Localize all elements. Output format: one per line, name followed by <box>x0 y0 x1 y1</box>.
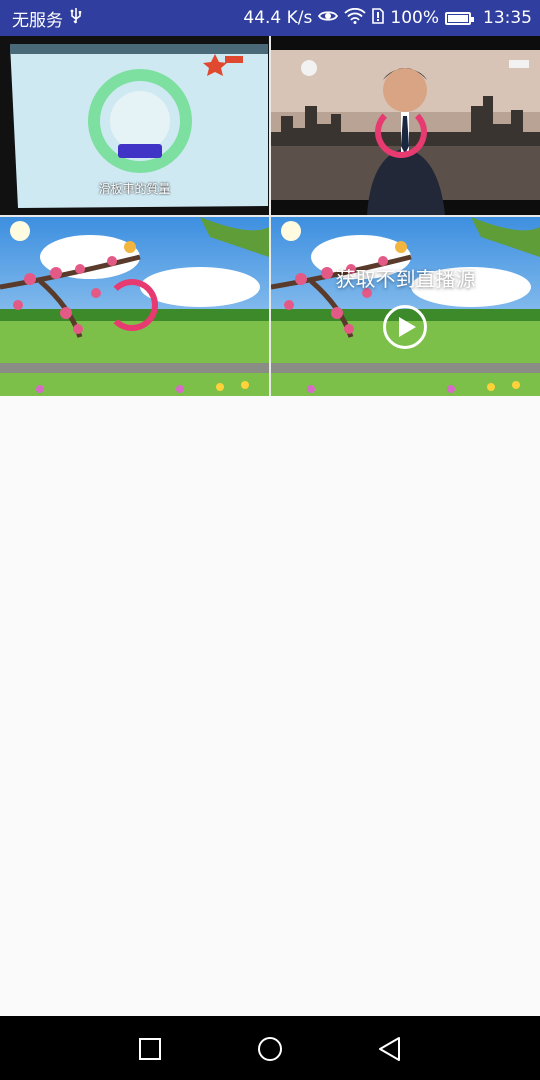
battery-percent: 100% <box>390 8 439 28</box>
video-tile-3[interactable] <box>0 217 269 396</box>
loading-spinner <box>375 106 427 158</box>
grid-divider-horizontal <box>0 215 540 217</box>
subtitle-caption: 滑板車的質量 <box>98 182 171 196</box>
circle-home-icon[interactable] <box>255 1034 285 1064</box>
video-tile-4[interactable]: 获取不到直播源 <box>271 217 540 396</box>
eye-icon <box>318 8 339 28</box>
status-bar: 无服务 44.4 K/s 100% 13:35 <box>0 0 540 36</box>
play-icon[interactable] <box>383 305 427 349</box>
triangle-back-icon[interactable] <box>375 1034 405 1064</box>
carrier-label: 无服务 <box>12 10 63 31</box>
video-tile-1[interactable]: 滑板車的質量 <box>0 36 269 215</box>
wifi-icon <box>344 7 367 29</box>
net-speed: 44.4 K/s <box>243 8 313 28</box>
navigation-bar <box>0 1016 540 1080</box>
square-recents-icon[interactable] <box>135 1034 165 1064</box>
sim-icon <box>372 7 385 29</box>
clock: 13:35 <box>483 8 532 28</box>
stream-error-text: 获取不到直播源 <box>335 267 476 291</box>
usb-icon <box>69 7 83 30</box>
video-tile-2[interactable] <box>271 36 540 215</box>
video-grid: 滑板車的質量 获取不到直播源 <box>0 36 540 396</box>
loading-spinner <box>106 279 158 331</box>
battery-charging-icon <box>445 11 474 25</box>
